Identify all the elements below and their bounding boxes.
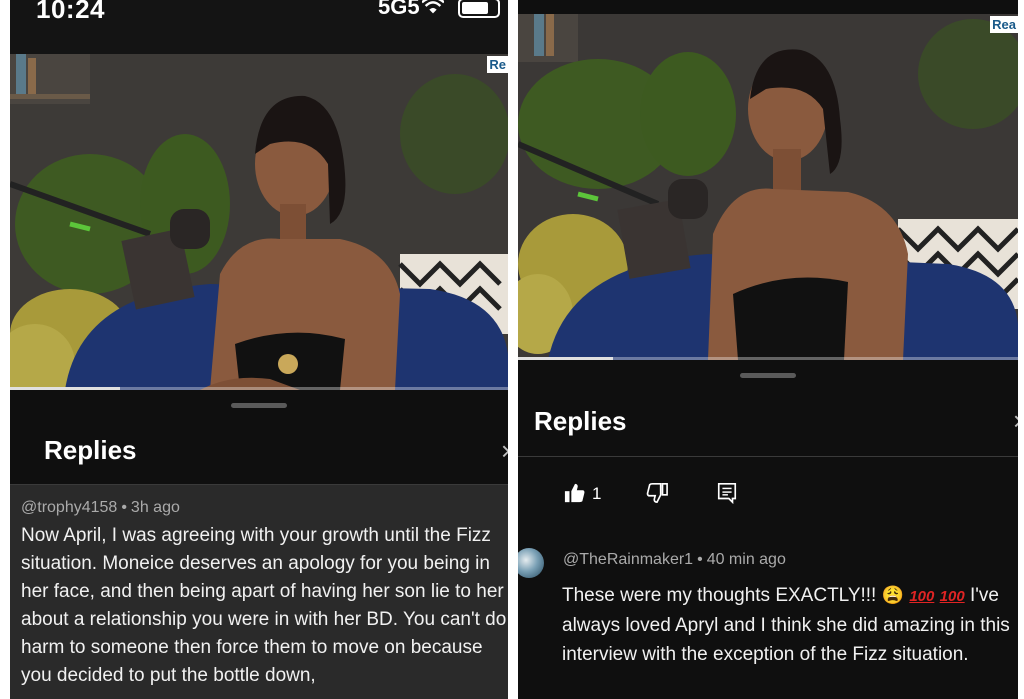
weary-face-emoji: 😩	[881, 585, 905, 605]
thumbs-up-icon[interactable]	[564, 482, 586, 504]
sheet-drag-handle[interactable]	[740, 373, 796, 378]
comment-author[interactable]: @TheRainmaker1	[563, 551, 693, 568]
reply-comment-icon[interactable]	[716, 482, 738, 504]
video-frame	[518, 14, 1018, 360]
sheet-drag-handle[interactable]	[231, 403, 287, 408]
channel-logo: Rea	[990, 16, 1018, 33]
avatar[interactable]	[518, 548, 544, 578]
close-icon[interactable]: ×	[501, 436, 508, 467]
right-screenshot: Rea Replies × 1	[518, 0, 1018, 699]
video-player[interactable]: Re	[10, 54, 508, 390]
status-time: 10:24	[36, 0, 105, 24]
comment-time: 40 min ago	[706, 551, 786, 568]
comment-author[interactable]: @trophy4158	[21, 499, 117, 516]
like-count: 1	[592, 484, 602, 503]
comment-item: @trophy4158 • 3h ago Now April, I was agre…	[10, 485, 508, 699]
hundred-points-emoji: 100	[939, 588, 965, 605]
wifi-icon	[422, 0, 444, 14]
replies-sheet: Replies × 1 @TheRainmaker1•40 mi	[518, 360, 1018, 699]
signal-indicator: 5G5	[378, 0, 420, 19]
thumbs-down-icon[interactable]	[646, 482, 668, 504]
video-frame	[10, 54, 508, 390]
channel-logo: Re	[487, 56, 508, 73]
hundred-points-emoji: 100	[909, 588, 935, 605]
comment-meta: @trophy4158 • 3h ago	[21, 499, 180, 516]
video-player[interactable]: Rea	[518, 14, 1018, 360]
sheet-title: Replies	[534, 406, 627, 436]
battery-icon	[458, 0, 500, 18]
comment-meta: @TheRainmaker1 • 40 min ago	[563, 551, 786, 568]
comment-time: 3h ago	[130, 499, 180, 516]
comment-text: These were my thoughts EXACTLY!!! 😩 100 …	[562, 581, 1012, 669]
left-screenshot: 10:24 5G5 Re Replies @trophy4158 • 3h ag…	[10, 0, 508, 699]
divider	[518, 456, 1018, 457]
comment-text-main: These were my thoughts EXACTLY!!!	[562, 585, 877, 606]
status-bar: 10:24 5G5	[10, 0, 508, 54]
replies-sheet: Replies × @trophy4158•3h ago Now April, …	[10, 390, 508, 699]
close-icon[interactable]: ×	[1013, 406, 1018, 437]
comment-text: Now April, I was agreeing with your grow…	[21, 525, 507, 686]
sheet-title: Replies	[44, 435, 137, 465]
